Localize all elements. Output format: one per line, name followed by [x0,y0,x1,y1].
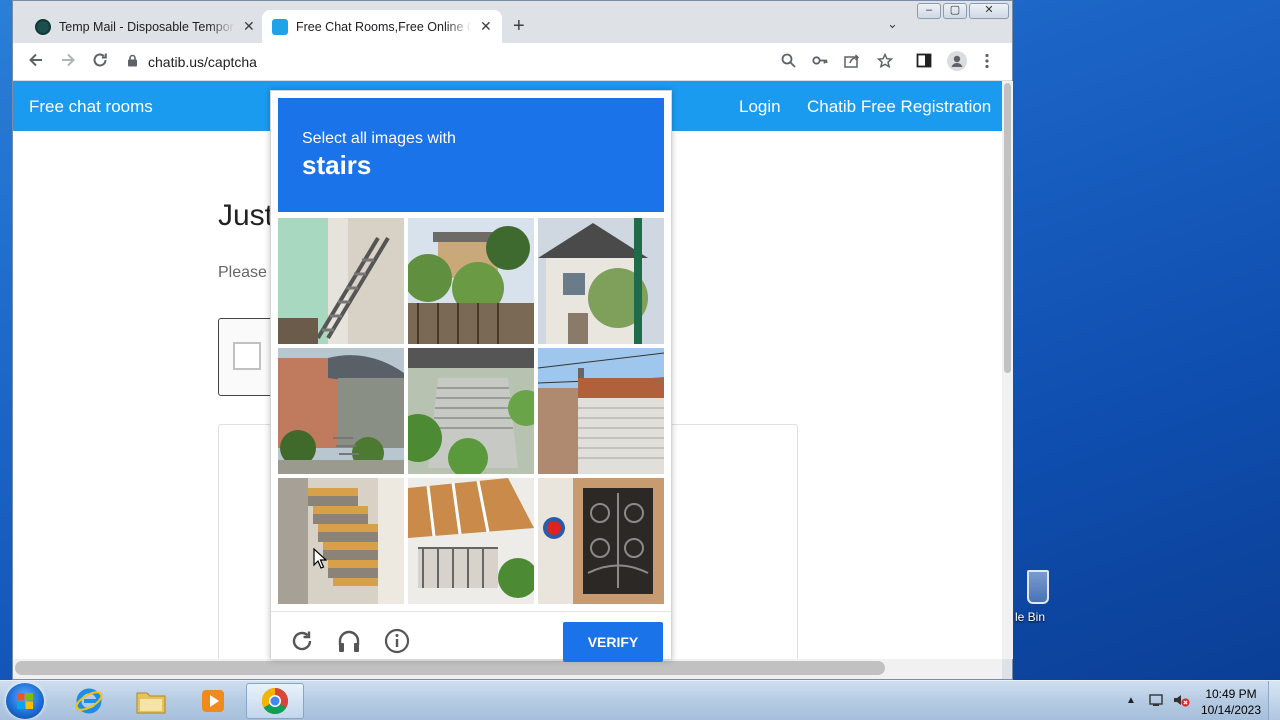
close-window-button[interactable]: ✕ [969,3,1009,19]
captcha-tile-6[interactable] [538,348,664,474]
maximize-button[interactable]: ▢ [943,3,967,19]
browser-toolbar: chatib.us/captcha [13,43,1012,81]
tab-search-chevron-icon[interactable]: ⌄ [887,16,898,32]
mouse-cursor-icon [313,547,328,575]
captcha-tile-8[interactable] [408,478,534,604]
forward-arrow-icon[interactable] [59,51,77,73]
recycle-bin-icon [1027,570,1049,604]
start-button[interactable] [6,683,44,719]
kebab-menu-icon[interactable] [985,53,989,74]
vertical-scrollbar[interactable] [1002,81,1013,659]
chatib-favicon-icon [272,18,288,35]
clock-time: 10:49 PM [1205,687,1257,701]
volume-muted-icon[interactable] [1172,692,1190,713]
temp-mail-favicon-icon [35,18,51,35]
captcha-tile-7[interactable] [278,478,404,604]
captcha-tile-2[interactable] [408,218,534,344]
page-subtext: Please [218,264,267,281]
tab-strip: Temp Mail - Disposable Temporary Email ✕… [13,1,1012,43]
profile-avatar-icon[interactable] [947,51,967,76]
bookmark-star-icon[interactable] [876,52,894,74]
captcha-image-grid [278,218,666,606]
minimize-button[interactable]: – [917,3,941,19]
new-tab-icon[interactable]: + [513,15,525,38]
url-text[interactable]: chatib.us/captcha [148,54,257,70]
site-brand-link[interactable]: Free chat rooms [29,97,153,117]
lock-icon[interactable] [127,54,138,70]
horizontal-scrollbar[interactable] [13,659,1002,679]
share-icon[interactable] [844,53,860,73]
reload-icon[interactable] [91,51,109,73]
refresh-icon[interactable] [289,628,315,654]
show-hidden-icons-icon[interactable]: ▲ [1126,695,1136,706]
tab-title: Temp Mail - Disposable Temporary Email [59,19,235,34]
info-icon[interactable] [384,628,410,654]
captcha-instruction: Select all images with [302,130,456,147]
close-tab-icon[interactable]: ✕ [243,18,255,35]
captcha-challenge: Select all images with stairs VERIFY [270,90,672,662]
show-desktop-button[interactable] [1268,681,1280,720]
tab-chatib[interactable]: Free Chat Rooms,Free Online Chat ✕ [262,10,502,43]
action-center-flag-icon[interactable] [1148,692,1164,713]
chrome-icon [261,687,289,715]
horizontal-scroll-thumb[interactable] [15,661,885,675]
captcha-target-word: stairs [302,150,372,180]
windows-logo-icon [17,693,33,709]
tab-temp-mail[interactable]: Temp Mail - Disposable Temporary Email ✕ [25,10,271,43]
audio-headphones-icon[interactable] [336,628,362,654]
file-explorer-taskbar-button[interactable] [122,683,180,719]
captcha-tile-9[interactable] [538,478,664,604]
internet-explorer-icon [75,688,103,714]
system-clock[interactable]: 10:49 PM 10/14/2023 [1192,686,1270,718]
captcha-prompt: Select all images with stairs [278,98,664,212]
login-link[interactable]: Login [739,97,781,117]
back-arrow-icon[interactable] [27,51,45,73]
clock-date: 10/14/2023 [1200,703,1262,717]
vertical-scroll-thumb[interactable] [1004,83,1011,373]
taskbar: ▲ 10:49 PM 10/14/2023 [0,680,1280,720]
captcha-tile-3[interactable] [538,218,664,344]
captcha-tile-1[interactable] [278,218,404,344]
chrome-taskbar-button[interactable] [246,683,304,719]
page-heading: Just [218,199,274,232]
zoom-search-icon[interactable] [781,53,796,73]
register-link[interactable]: Chatib Free Registration [807,97,991,117]
media-player-taskbar-button[interactable] [184,683,242,719]
captcha-tile-4[interactable] [278,348,404,474]
media-player-icon [202,690,224,712]
address-bar[interactable]: chatib.us/captcha [123,48,891,76]
captcha-tile-5[interactable] [408,348,534,474]
captcha-footer: VERIFY [271,611,671,662]
tab-title: Free Chat Rooms,Free Online Chat [296,19,472,34]
side-panel-icon[interactable] [916,53,932,73]
close-tab-icon[interactable]: ✕ [480,18,492,35]
internet-explorer-taskbar-button[interactable] [60,683,118,719]
verify-button[interactable]: VERIFY [563,622,663,662]
verify-checkbox[interactable] [233,342,261,370]
password-key-icon[interactable] [812,53,828,73]
folder-icon [136,692,166,714]
